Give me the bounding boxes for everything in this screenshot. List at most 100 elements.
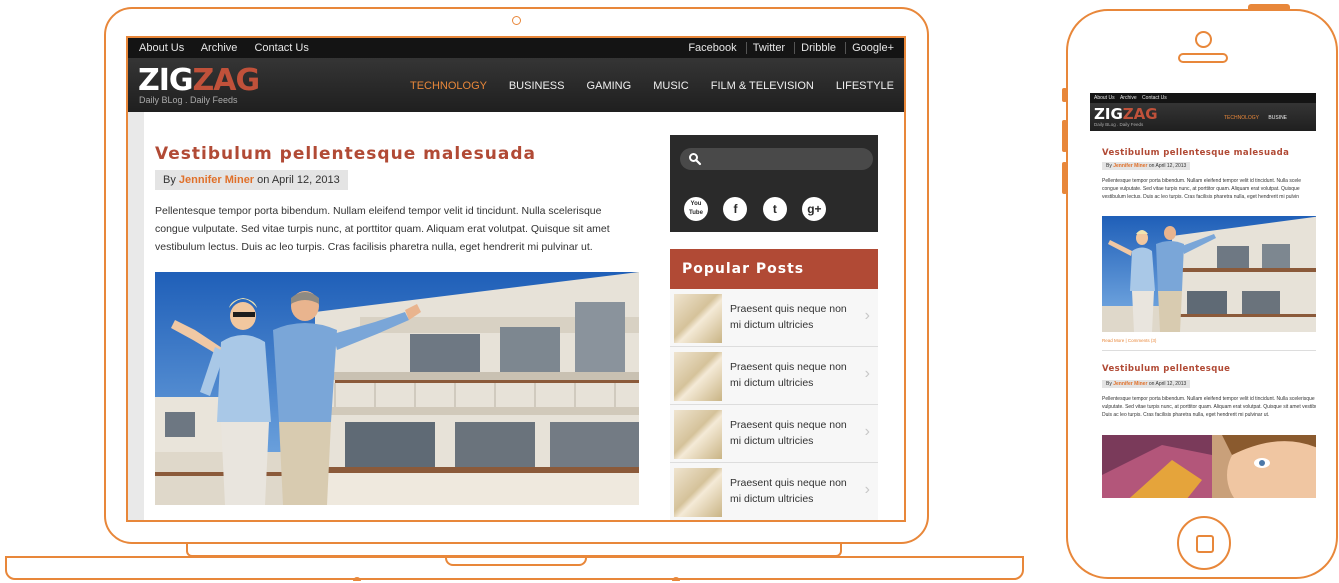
- topbar-link-contact[interactable]: Contact Us: [254, 42, 308, 54]
- post-image[interactable]: [155, 272, 639, 505]
- list-item[interactable]: Praesent quis neque non mi dictum ultric…: [670, 347, 878, 405]
- post-thumbnail: [674, 410, 722, 459]
- nav-item-lifestyle[interactable]: LIFESTYLE: [836, 80, 894, 92]
- mobile-nav-item-technology[interactable]: TECHNOLOGY: [1224, 115, 1259, 121]
- facebook-icon[interactable]: f: [723, 197, 748, 221]
- mobile-post-author-link[interactable]: Jennifer Miner: [1113, 163, 1147, 169]
- excerpt-line: Pellentesque tempor porta bibendum. Null…: [1102, 396, 1315, 402]
- mobile-post-date: on April 12, 2013: [1148, 381, 1187, 387]
- mobile-content: Vestibulum pellentesque malesuada By Jen…: [1090, 131, 1316, 498]
- mobile-nav-item-business[interactable]: BUSINE: [1268, 115, 1287, 121]
- social-links: You Tube f t g+: [684, 197, 837, 221]
- search-input[interactable]: [680, 148, 873, 170]
- list-item[interactable]: Praesent quis neque non mi dictum ultric…: [670, 463, 878, 520]
- nav-item-music[interactable]: MUSIC: [653, 80, 688, 92]
- post-thumbnail: [674, 352, 722, 401]
- popular-posts-title: Popular Posts: [682, 261, 805, 277]
- popular-posts-header: Popular Posts: [670, 249, 878, 289]
- logo-left: ZIG: [138, 63, 194, 98]
- search-icon: [689, 153, 702, 166]
- chevron-right-icon: ›: [864, 307, 870, 324]
- phone-power-button: [1248, 4, 1290, 10]
- post-title[interactable]: Vestibulum pellentesque malesuada: [155, 144, 536, 164]
- popular-post-title: Praesent quis neque non mi dictum ultric…: [730, 361, 847, 389]
- post-date: on April 12, 2013: [257, 174, 340, 186]
- mobile-header: ZIGZAG Daily BLog . Daily Feeds TECHNOLO…: [1090, 103, 1316, 131]
- nav-item-business[interactable]: BUSINESS: [509, 80, 565, 92]
- excerpt-line: vestibulum lectus. Duis ac leo turpis. C…: [1102, 194, 1300, 200]
- top-bar: About Us Archive Contact Us Facebook Twi…: [128, 38, 904, 58]
- mobile-post-excerpt: Pellentesque tempor porta bibendum. Null…: [1102, 395, 1316, 419]
- site-tagline: Daily BLog . Daily Feeds: [139, 95, 238, 105]
- mobile-post-title[interactable]: Vestibulum pellentesque: [1102, 364, 1230, 374]
- post-divider: [1102, 350, 1316, 351]
- mobile-topbar-link-contact[interactable]: Contact Us: [1142, 95, 1167, 101]
- mobile-post-image[interactable]: [1102, 216, 1316, 332]
- mobile-topbar-link-about[interactable]: About Us: [1094, 95, 1115, 101]
- excerpt-line: Pellentesque tempor porta bibendum. Null…: [1102, 178, 1301, 184]
- popular-post-title: Praesent quis neque non mi dictum ultric…: [730, 419, 847, 447]
- youtube-icon[interactable]: You Tube: [684, 197, 708, 221]
- mobile-post-excerpt: Pellentesque tempor porta bibendum. Null…: [1102, 177, 1316, 201]
- phone-screen: About Us Archive Contact Us ZIGZAG Daily…: [1090, 93, 1316, 498]
- excerpt-line: Duis ac leo turpis. Cras facilisis phare…: [1102, 412, 1270, 418]
- topbar-link-dribble[interactable]: Dribble: [794, 42, 843, 54]
- chevron-right-icon: ›: [864, 365, 870, 382]
- laptop-foot: [672, 577, 680, 581]
- mobile-top-bar: About Us Archive Contact Us: [1090, 93, 1316, 103]
- search-widget: You Tube f t g+: [670, 135, 878, 232]
- topbar-link-archive[interactable]: Archive: [201, 42, 238, 54]
- mobile-post-byline: By Jennifer Miner on April 12, 2013: [1102, 380, 1191, 388]
- popular-posts-list: Praesent quis neque non mi dictum ultric…: [670, 289, 878, 520]
- post-thumbnail: [674, 468, 722, 517]
- nav-item-technology[interactable]: TECHNOLOGY: [410, 80, 487, 92]
- post-thumbnail: [674, 294, 722, 343]
- post-author-link[interactable]: Jennifer Miner: [179, 174, 254, 186]
- mobile-logo-left: ZIG: [1094, 105, 1123, 123]
- post-excerpt: Pellentesque tempor porta bibendum. Null…: [155, 205, 610, 253]
- site-logo[interactable]: ZIGZAG: [138, 63, 260, 98]
- laptop-foot: [353, 577, 361, 581]
- excerpt-line: congue vulputate. Sed vitae turpis nunc,…: [1102, 186, 1300, 192]
- phone-speaker: [1178, 53, 1228, 63]
- nav-item-film-television[interactable]: FILM & TELEVISION: [711, 80, 814, 92]
- excerpt-line: vulputate. Sed vitae turpis nunc, at por…: [1102, 404, 1316, 410]
- mobile-topbar-link-archive[interactable]: Archive: [1120, 95, 1137, 101]
- byline-by: By: [163, 174, 176, 186]
- phone-volume-up: [1062, 120, 1067, 152]
- read-more-link[interactable]: Read More | Comments (3): [1102, 338, 1156, 343]
- nav-item-gaming[interactable]: GAMING: [587, 80, 632, 92]
- topbar-link-twitter[interactable]: Twitter: [745, 42, 792, 54]
- mobile-logo-right: ZAG: [1122, 105, 1158, 123]
- mobile-tagline: Daily BLog . Daily Feeds: [1094, 122, 1144, 127]
- googleplus-icon[interactable]: g+: [802, 197, 827, 221]
- chevron-right-icon: ›: [864, 481, 870, 498]
- topbar-link-facebook[interactable]: Facebook: [682, 42, 742, 54]
- mobile-post-image[interactable]: [1102, 435, 1316, 498]
- mobile-post-title[interactable]: Vestibulum pellentesque malesuada: [1102, 148, 1289, 158]
- mobile-post-date: on April 12, 2013: [1148, 163, 1187, 169]
- mobile-nav: TECHNOLOGY BUSINE: [1224, 115, 1295, 121]
- laptop-screen: About Us Archive Contact Us Facebook Twi…: [126, 36, 906, 522]
- topbar-link-googleplus[interactable]: Google+: [845, 42, 894, 54]
- chevron-right-icon: ›: [864, 423, 870, 440]
- mobile-byline-by: By: [1106, 381, 1112, 387]
- list-item[interactable]: Praesent quis neque non mi dictum ultric…: [670, 405, 878, 463]
- phone-mute-switch: [1062, 88, 1067, 102]
- phone-home-icon: [1196, 535, 1214, 553]
- phone-camera: [1195, 31, 1212, 48]
- post-byline: By Jennifer Miner on April 12, 2013: [155, 170, 348, 190]
- main-nav: TECHNOLOGY BUSINESS GAMING MUSIC FILM & …: [391, 80, 894, 92]
- mobile-byline-by: By: [1106, 163, 1112, 169]
- mobile-post-byline: By Jennifer Miner on April 12, 2013: [1102, 162, 1191, 170]
- list-item[interactable]: Praesent quis neque non mi dictum ultric…: [670, 289, 878, 347]
- laptop-notch: [445, 556, 587, 566]
- twitter-icon[interactable]: t: [762, 197, 787, 221]
- mobile-site-logo[interactable]: ZIGZAG: [1094, 107, 1158, 122]
- site-header: ZIGZAG Daily BLog . Daily Feeds TECHNOLO…: [128, 58, 904, 112]
- popular-post-title: Praesent quis neque non mi dictum ultric…: [730, 303, 847, 331]
- topbar-link-about[interactable]: About Us: [139, 42, 184, 54]
- mobile-post-author-link[interactable]: Jennifer Miner: [1113, 381, 1147, 387]
- laptop-camera: [512, 16, 521, 25]
- content-area: Vestibulum pellentesque malesuada By Jen…: [144, 112, 904, 520]
